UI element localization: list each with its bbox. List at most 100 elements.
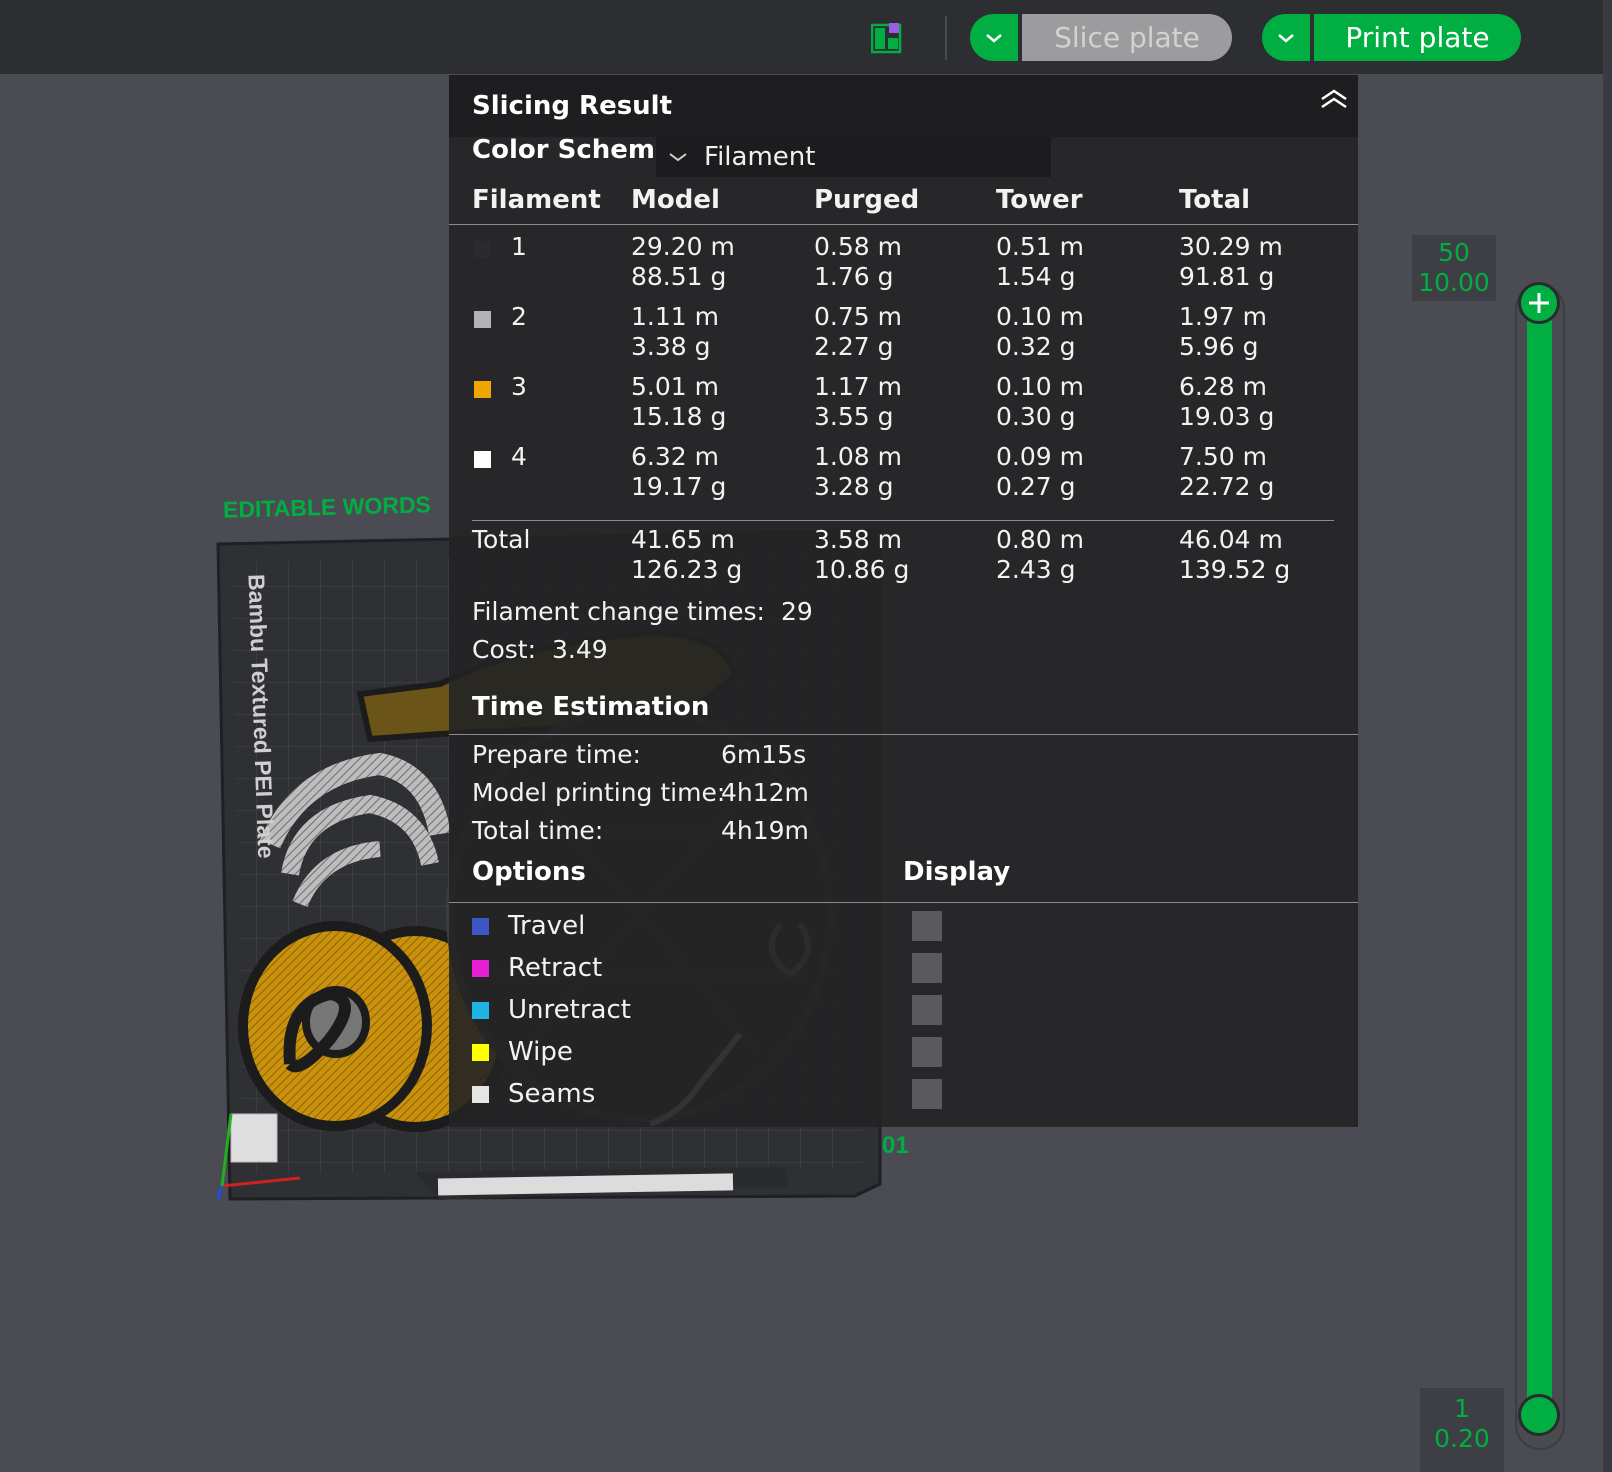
purged-weight: 3.28 g: [814, 472, 894, 501]
panel-title: Slicing Result: [472, 91, 673, 121]
table-cell: 6.32 m 19.17 g: [631, 442, 726, 502]
display-retract-checkbox[interactable]: [912, 953, 942, 983]
filament-change-label: Filament change times:: [472, 597, 765, 626]
plate-number[interactable]: 01: [882, 1132, 909, 1160]
table-cell: 7.50 m 22.72 g: [1179, 442, 1274, 502]
chevron-down-icon: [986, 33, 1002, 43]
header-total: Total: [1179, 185, 1251, 215]
table-cell: 1.11 m 3.38 g: [631, 302, 719, 362]
header-model: Model: [631, 185, 720, 215]
model-weight: 88.51 g: [631, 262, 727, 291]
bottom-layer-handle[interactable]: [1518, 1394, 1560, 1436]
total-tower-length: 0.80 m: [996, 525, 1084, 554]
total-weight: 22.72 g: [1179, 472, 1275, 501]
prepare-time-value: 6m15s: [721, 740, 807, 769]
option-seams: Seams: [472, 1077, 595, 1111]
total-model-length: 41.65 m: [631, 525, 735, 554]
purged-length: 0.75 m: [814, 302, 902, 331]
tower-length: 0.51 m: [996, 232, 1084, 261]
display-wipe-checkbox[interactable]: [912, 1037, 942, 1067]
option-label: Seams: [508, 1079, 596, 1109]
cost-label: Cost:: [472, 635, 537, 664]
option-label: Unretract: [508, 995, 631, 1025]
total-tower-weight: 2.43 g: [996, 555, 1076, 584]
bottom-layer-height: 0.20: [1434, 1424, 1490, 1453]
total-length: 30.29 m: [1179, 232, 1283, 261]
chevron-down-icon: [669, 153, 687, 162]
slicing-result-panel: Slicing Result Color Scheme Filament Fil…: [449, 75, 1358, 1127]
cost-line: Cost: 3.49: [472, 635, 608, 664]
tower-weight: 0.30 g: [996, 402, 1076, 431]
print-options-dropdown[interactable]: [1262, 14, 1310, 61]
time-divider: [449, 734, 1358, 735]
total-length: 7.50 m: [1179, 442, 1267, 471]
slice-options-dropdown[interactable]: [970, 14, 1018, 61]
table-cell: 0.58 m 1.76 g: [814, 232, 902, 292]
prepare-time-label: Prepare time:: [472, 740, 641, 769]
options-divider: [449, 902, 1358, 903]
purged-length: 1.08 m: [814, 442, 902, 471]
option-swatch: [472, 1001, 489, 1019]
model-length: 5.01 m: [631, 372, 719, 401]
totals-label: Total: [472, 525, 531, 554]
table-cell: 5.01 m 15.18 g: [631, 372, 726, 432]
table-cell: 3.58 m 10.86 g: [814, 525, 909, 585]
option-travel: Travel: [472, 909, 585, 943]
header-divider: [449, 224, 1358, 225]
tower-weight: 1.54 g: [996, 262, 1076, 291]
grand-total-length: 46.04 m: [1179, 525, 1283, 554]
table-cell: 41.65 m 126.23 g: [631, 525, 742, 585]
total-purged-weight: 10.86 g: [814, 555, 910, 584]
color-scheme-label: Color Scheme: [472, 135, 673, 165]
table-cell: 46.04 m 139.52 g: [1179, 525, 1290, 585]
filament-id: 3: [511, 372, 527, 401]
time-estimation-title: Time Estimation: [472, 692, 710, 722]
purged-weight: 3.55 g: [814, 402, 894, 431]
model-weight: 19.17 g: [631, 472, 727, 501]
plate-label: EDITABLE WORDS: [222, 491, 432, 523]
layer-slider-range: [1527, 305, 1552, 1415]
model-weight: 15.18 g: [631, 402, 727, 431]
filament-id: 2: [511, 302, 527, 331]
table-cell: 0.09 m 0.27 g: [996, 442, 1084, 502]
filament-change-value: 29: [780, 597, 813, 626]
collapse-icon[interactable]: [1319, 87, 1349, 113]
filament-id: 4: [511, 442, 527, 471]
total-purged-length: 3.58 m: [814, 525, 902, 554]
option-swatch: [472, 917, 489, 935]
header-filament: Filament: [472, 185, 601, 215]
table-cell: 1.17 m 3.55 g: [814, 372, 902, 432]
top-layer-number: 50: [1438, 238, 1470, 267]
color-scheme-select[interactable]: Filament: [656, 137, 1051, 177]
total-weight: 5.96 g: [1179, 332, 1259, 361]
filament-swatch: [474, 381, 491, 398]
total-length: 6.28 m: [1179, 372, 1267, 401]
toolbar-divider: [945, 16, 947, 60]
slice-plate-split-button: Slice plate: [970, 14, 1232, 61]
print-plate-button[interactable]: Print plate: [1314, 14, 1521, 61]
total-time-label: Total time:: [472, 816, 604, 845]
cost-value: 3.49: [551, 635, 608, 664]
option-unretract: Unretract: [472, 993, 631, 1027]
display-travel-checkbox[interactable]: [912, 911, 942, 941]
filament-change-line: Filament change times: 29: [472, 597, 813, 626]
total-weight: 19.03 g: [1179, 402, 1275, 431]
tower-length: 0.09 m: [996, 442, 1084, 471]
option-retract: Retract: [472, 951, 602, 985]
tower-length: 0.10 m: [996, 372, 1084, 401]
display-seams-checkbox[interactable]: [912, 1079, 942, 1109]
tower-weight: 0.27 g: [996, 472, 1076, 501]
top-layer-handle[interactable]: [1518, 282, 1560, 324]
model-length: 1.11 m: [631, 302, 719, 331]
totals-divider: [472, 520, 1334, 521]
top-layer-label: 50 10.00: [1412, 235, 1496, 301]
table-cell: 6.28 m 19.03 g: [1179, 372, 1274, 432]
color-scheme-value: Filament: [704, 142, 816, 172]
slice-plate-button[interactable]: Slice plate: [1022, 14, 1232, 61]
table-cell: 1.08 m 3.28 g: [814, 442, 902, 502]
filament-id: 1: [511, 232, 527, 261]
layout-icon[interactable]: [871, 22, 903, 54]
option-swatch: [472, 1043, 489, 1061]
display-unretract-checkbox[interactable]: [912, 995, 942, 1025]
filament-swatch: [474, 311, 491, 328]
